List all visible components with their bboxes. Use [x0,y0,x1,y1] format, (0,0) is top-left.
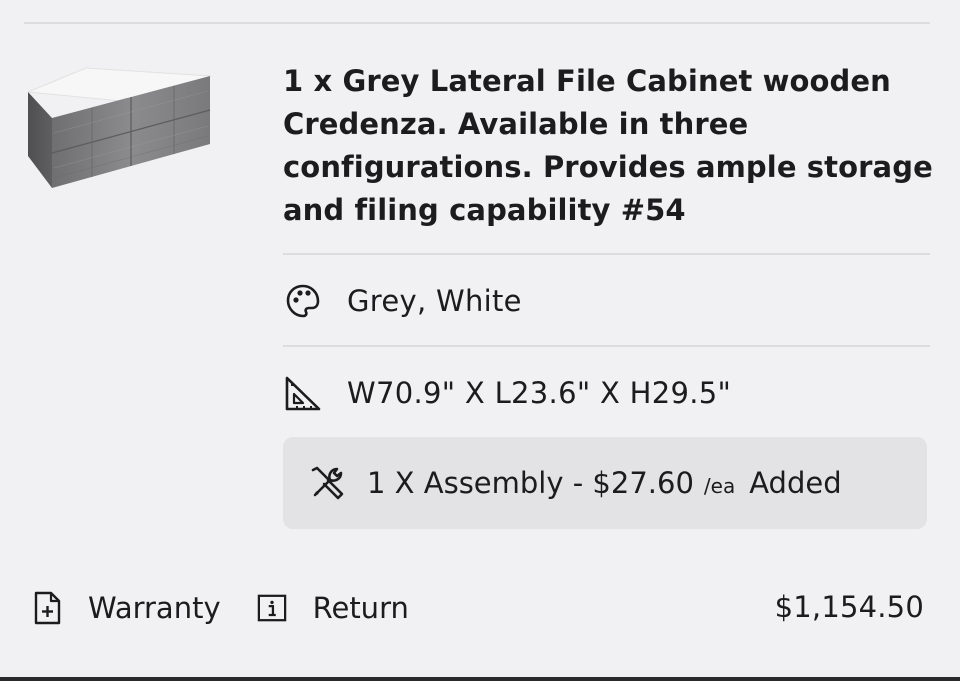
return-label: Return [312,591,409,625]
assembly-unit: /ea [703,474,736,498]
credenza-thumbnail[interactable] [24,58,214,193]
footer-links: Warranty Return [32,590,409,626]
dimensions-row: W70.9" X L23.6" X H29.5" [283,373,731,413]
tools-icon [307,463,347,503]
warranty-label: Warranty [88,591,221,625]
warranty-link[interactable]: Warranty [32,590,221,626]
return-link[interactable]: Return [257,590,409,626]
assembly-label: 1 X Assembly - $27.60 [367,466,694,500]
document-plus-icon [32,590,62,626]
divider [283,253,930,255]
info-icon [257,590,287,626]
ruler-triangle-icon [283,373,323,413]
bottom-border [0,677,960,681]
dimensions-value: W70.9" X L23.6" X H29.5" [347,376,732,410]
palette-icon [283,281,323,321]
product-title: 1 x Grey Lateral File Cabinet wooden Cre… [283,64,933,227]
color-value: Grey, White [347,284,522,318]
top-divider [24,22,930,24]
assembly-status[interactable]: Added [749,466,841,500]
divider [283,345,930,347]
color-row: Grey, White [283,281,522,321]
assembly-option[interactable]: 1 X Assembly - $27.60 /ea Added [283,437,927,529]
total-price: $1,154.50 [774,590,924,624]
